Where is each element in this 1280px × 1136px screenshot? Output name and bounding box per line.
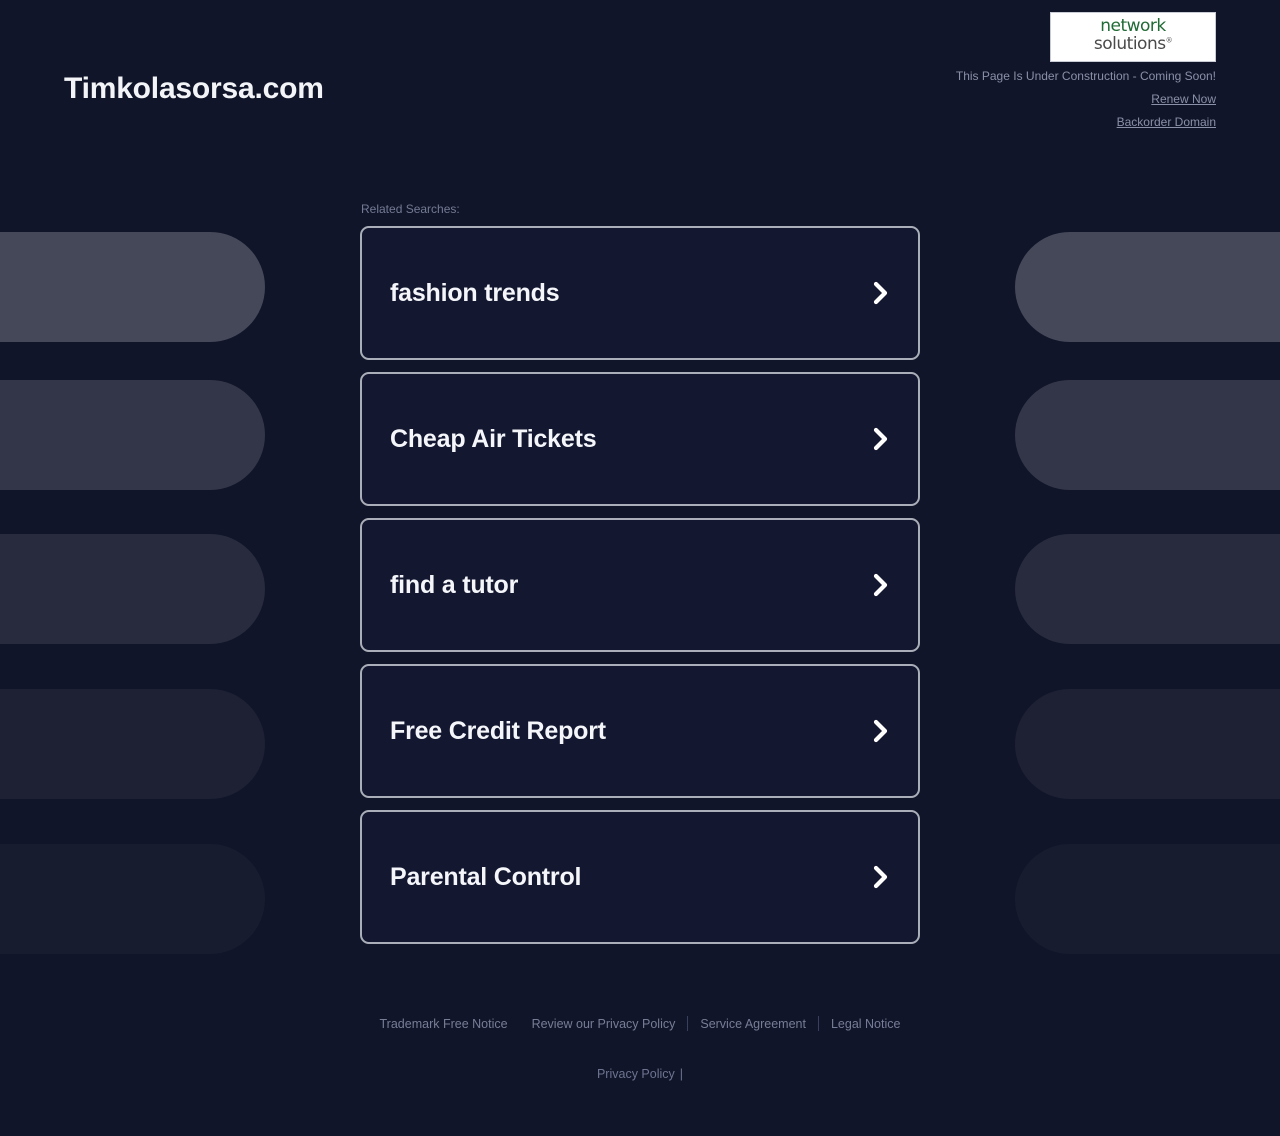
review-privacy-policy-link[interactable]: Review our Privacy Policy [520, 1017, 688, 1031]
footer-pipe-separator: | [679, 1067, 684, 1081]
header-right-block: network solutions® This Page Is Under Co… [956, 12, 1216, 129]
parked-domain-page: Timkolasorsa.com network solutions® This… [0, 0, 1280, 1136]
construction-notice: This Page Is Under Construction - Coming… [955, 69, 1216, 83]
footer-bottom-row: Privacy Policy | [0, 1067, 1280, 1081]
site-title: Timkolasorsa.com [64, 72, 324, 105]
privacy-policy-link[interactable]: Privacy Policy [597, 1067, 675, 1081]
decorative-pill-left-5 [0, 844, 265, 954]
chevron-right-icon [873, 573, 888, 597]
service-agreement-link[interactable]: Service Agreement [688, 1017, 818, 1031]
related-search-label: find a tutor [390, 570, 519, 599]
decorative-pill-left-3 [0, 534, 265, 644]
decorative-pill-left-1 [0, 232, 265, 342]
related-search-card[interactable]: find a tutor [360, 518, 920, 652]
related-searches-label: Related Searches: [361, 202, 460, 216]
chevron-right-icon [873, 427, 888, 451]
related-search-label: Cheap Air Tickets [390, 424, 597, 453]
related-search-card[interactable]: Parental Control [360, 810, 920, 944]
registered-mark: ® [1165, 36, 1173, 45]
logo-solutions-word: solutions [1093, 34, 1166, 54]
related-search-card[interactable]: Cheap Air Tickets [360, 372, 920, 506]
trademark-free-notice-link[interactable]: Trademark Free Notice [368, 1017, 520, 1031]
related-searches-section: Related Searches: fashion trends Cheap A… [360, 150, 920, 944]
chevron-right-icon [873, 281, 888, 305]
network-solutions-logo: network solutions® [1050, 12, 1216, 62]
decorative-pill-left-2 [0, 380, 265, 490]
backorder-domain-link[interactable]: Backorder Domain [956, 115, 1216, 129]
renew-now-link[interactable]: Renew Now [956, 92, 1216, 106]
decorative-pill-right-4 [1015, 689, 1280, 799]
chevron-right-icon [873, 719, 888, 743]
decorative-pill-right-5 [1015, 844, 1280, 954]
decorative-pill-right-1 [1015, 232, 1280, 342]
logo-text-solutions: solutions® [1051, 36, 1215, 53]
page-footer: Trademark Free Notice Review our Privacy… [0, 1016, 1280, 1081]
related-search-label: Free Credit Report [390, 716, 606, 745]
related-search-label: fashion trends [390, 278, 560, 307]
chevron-right-icon [873, 865, 888, 889]
decorative-pill-right-3 [1015, 534, 1280, 644]
decorative-pill-left-4 [0, 689, 265, 799]
logo-text-network: network [1100, 16, 1166, 36]
related-search-card[interactable]: Free Credit Report [360, 664, 920, 798]
related-search-label: Parental Control [390, 862, 582, 891]
footer-link-row: Trademark Free Notice Review our Privacy… [0, 1016, 1280, 1031]
related-search-card[interactable]: fashion trends [360, 226, 920, 360]
page-header: Timkolasorsa.com network solutions® This… [0, 0, 1280, 150]
decorative-pill-right-2 [1015, 380, 1280, 490]
legal-notice-link[interactable]: Legal Notice [819, 1017, 913, 1031]
